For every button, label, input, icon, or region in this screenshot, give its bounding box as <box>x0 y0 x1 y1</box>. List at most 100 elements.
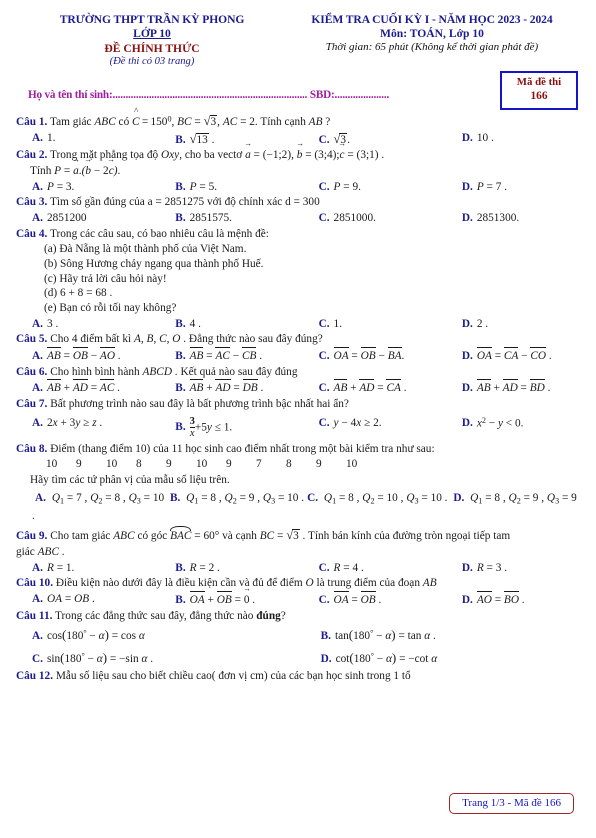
question-9-option-d[interactable]: D. R = 3 . <box>462 561 578 576</box>
option-text: 2851200 <box>46 212 87 225</box>
question-9-stem: Câu 9. Cho tam giác ABC có góc BAC = 60°… <box>16 526 511 543</box>
option-letter: B. <box>175 382 186 395</box>
exam-subject: Môn: TOÁN, Lớp 10 <box>380 27 484 41</box>
option-letter: B. <box>175 180 186 193</box>
question-7-options: A. 2x + 3y ≥ z . B. 3 x +5y ≤ 1. C. y − 4x ≥ … <box>16 416 578 439</box>
option-text: 2 . <box>476 317 489 330</box>
question-2-option-a[interactable]: A. P = 3. <box>16 180 175 195</box>
question-5-option-c[interactable]: C. OA = OB − BA. <box>319 347 462 364</box>
question-11-bold-word: đúng <box>256 609 281 622</box>
grade-label: LỚP 10 <box>133 27 171 41</box>
option-letter[interactable]: B. <box>170 492 180 504</box>
option-letter: C. <box>32 653 43 666</box>
option-letter: D. <box>461 212 473 225</box>
data-value: 9 <box>76 458 82 471</box>
option-letter: B. <box>175 133 186 146</box>
question-6-stem: Câu 6. Cho hình bình hành ABCD . Kết quả… <box>16 365 298 378</box>
option-letter[interactable]: D. <box>453 492 464 504</box>
question-3-options: A. 2851200 B. 2851575. C. 2851000. D. 285130… <box>16 211 578 226</box>
option-letter: A. <box>32 630 43 643</box>
question-10-option-a[interactable]: A. OA = OB . <box>16 592 175 608</box>
question-4-text: Trong các câu sau, có bao nhiêu câu là m… <box>50 227 269 240</box>
option-letter: A. <box>32 592 43 605</box>
question-3-option-b[interactable]: B. 2851575. <box>175 211 318 226</box>
question-7-stem: Câu 7. Bất phương trình nào sau đây là b… <box>16 397 578 412</box>
question-4-option-d[interactable]: D. 2 . <box>462 317 578 332</box>
option-letter[interactable]: A. <box>35 492 46 504</box>
question-8-option-a[interactable]: Q1 = 7 , Q2 = 8 , Q3 = 10 <box>52 492 164 505</box>
question-8-option-c[interactable]: Q1 = 8 , Q2 = 10 , Q3 = 10 . <box>324 492 448 505</box>
option-text: 3 . <box>46 317 59 330</box>
question-2-option-b[interactable]: B. P = 5. <box>175 180 318 195</box>
question-5-option-b[interactable]: B. AB = AC − CB . <box>175 347 318 364</box>
data-value: 10 <box>196 458 208 471</box>
question-2-stem: Câu 2. Trong mặt phẳng tọa độ Oxy, cho b… <box>16 148 578 163</box>
question-3: Câu 3. Tìm số gần đúng của a = 2851275 v… <box>16 195 578 225</box>
question-11-option-d[interactable]: D. cot(180° − α) = −cot α <box>321 650 578 667</box>
header-right-block: KIỂM TRA CUỐI KỲ I - NĂM HỌC 2023 - 2024… <box>286 13 578 69</box>
option-letter[interactable]: C. <box>307 492 318 504</box>
option-letter: D. <box>461 417 473 430</box>
question-4-options: A. 3 . B. 4 . C. 1. D. 2 . <box>16 317 578 332</box>
question-5-option-a[interactable]: A. AB = OB − AO . <box>16 347 175 364</box>
question-9: Câu 9. Cho tam giác ABC có góc BAC = 60°… <box>16 526 578 576</box>
question-3-option-a[interactable]: A. 2851200 <box>16 211 175 226</box>
option-letter: A. <box>32 350 43 363</box>
question-12-text: Mẫu số liệu sau cho biết chiều cao( đơn … <box>55 669 411 682</box>
question-4-option-a[interactable]: A. 3 . <box>16 317 175 332</box>
option-letter: A. <box>32 131 43 144</box>
question-11-option-a[interactable]: A. cos(180° − α) = cos α <box>16 627 321 644</box>
question-5-option-d[interactable]: D. OA = CA − CO . <box>461 347 578 364</box>
question-1-option-a[interactable]: A. 1. <box>16 131 175 148</box>
question-2-option-d[interactable]: D. P = 7 . <box>462 180 578 195</box>
question-10-option-d[interactable]: D. AO = BO . <box>462 590 578 608</box>
question-11-option-b[interactable]: B. tan(180° − α) = tan α . <box>321 627 578 644</box>
data-value: 8 <box>136 458 142 471</box>
question-6-option-c[interactable]: C. AB + AD = CA . <box>319 379 462 396</box>
question-7-option-b[interactable]: B. 3 x +5y ≤ 1. <box>175 416 318 439</box>
question-7-option-d[interactable]: D. x2 − y < 0. <box>462 416 578 439</box>
question-10: Câu 10. Điều kiện nào dưới đây là điều k… <box>16 576 578 607</box>
question-9-line2: giác ABC . <box>16 545 65 558</box>
question-8-option-b[interactable]: Q1 = 8 , Q2 = 9 , Q3 = 10 . <box>186 492 304 505</box>
question-7-label: Câu 7. <box>16 398 48 411</box>
option-text: 2851300. <box>476 212 520 225</box>
data-value: 10 <box>106 458 118 471</box>
question-2-option-c[interactable]: C. P = 9. <box>319 180 462 195</box>
question-3-option-c[interactable]: C. 2851000. <box>319 211 462 226</box>
question-9-option-b[interactable]: B. R = 2 . <box>175 561 318 576</box>
option-letter: D. <box>461 317 473 330</box>
question-6-option-b[interactable]: B. AB + AD = DB . <box>175 379 318 396</box>
option-letter: C. <box>318 561 330 574</box>
option-letter: B. <box>175 593 186 606</box>
question-7-option-a[interactable]: A. 2x + 3y ≥ z . <box>16 416 175 439</box>
option-letter: B. <box>175 212 186 225</box>
question-9-option-c[interactable]: C. R = 4 . <box>319 561 462 576</box>
exam-code-value: 166 <box>530 90 548 103</box>
question-6-option-a[interactable]: A. AB + AD = AC . <box>16 379 175 396</box>
data-value: 7 <box>256 458 262 471</box>
option-letter: C. <box>318 133 330 146</box>
question-3-text: Tìm số gần đúng của a = 2851275 với độ c… <box>50 196 320 209</box>
candidate-name-field[interactable]: Họ và tên thí sinh:.....................… <box>28 89 389 101</box>
question-10-option-c[interactable]: C. OA = OB . <box>319 590 462 608</box>
question-3-stem: Câu 3. Tìm số gần đúng của a = 2851275 v… <box>16 195 578 210</box>
question-4-option-c[interactable]: C. 1. <box>319 317 462 332</box>
option-letter: D. <box>461 350 473 363</box>
question-10-option-b[interactable]: B.OA + OB = 0 . <box>175 590 318 608</box>
question-1-option-d[interactable]: D. 10 . <box>462 131 578 148</box>
question-10-label: Câu 10. <box>16 577 54 590</box>
option-text: 4 . <box>189 317 201 330</box>
question-12-stem: Câu 12. Mẫu số liệu sau cho biết chiều c… <box>16 669 578 684</box>
question-4-option-b[interactable]: B. 4 . <box>175 317 318 332</box>
question-7-option-c[interactable]: C. y − 4x ≥ 2. <box>319 416 462 439</box>
question-6-option-d[interactable]: D. AB + AD = BD . <box>462 379 578 396</box>
question-3-option-d[interactable]: D. 2851300. <box>462 211 578 226</box>
option-text: 2851575. <box>189 212 233 225</box>
question-9-option-a[interactable]: A. R = 1. <box>16 561 175 576</box>
official-exam-label: ĐỀ CHÍNH THỨC <box>104 41 200 55</box>
question-11-option-c[interactable]: C. sin(180° − α) = −sin α . <box>16 650 321 667</box>
exam-code-box: Mã đề thi 166 <box>500 70 578 110</box>
question-4-item-e: (e) Bạn có rỗi tối nay không? <box>44 302 177 315</box>
question-2-label: Câu 2. <box>16 149 48 162</box>
